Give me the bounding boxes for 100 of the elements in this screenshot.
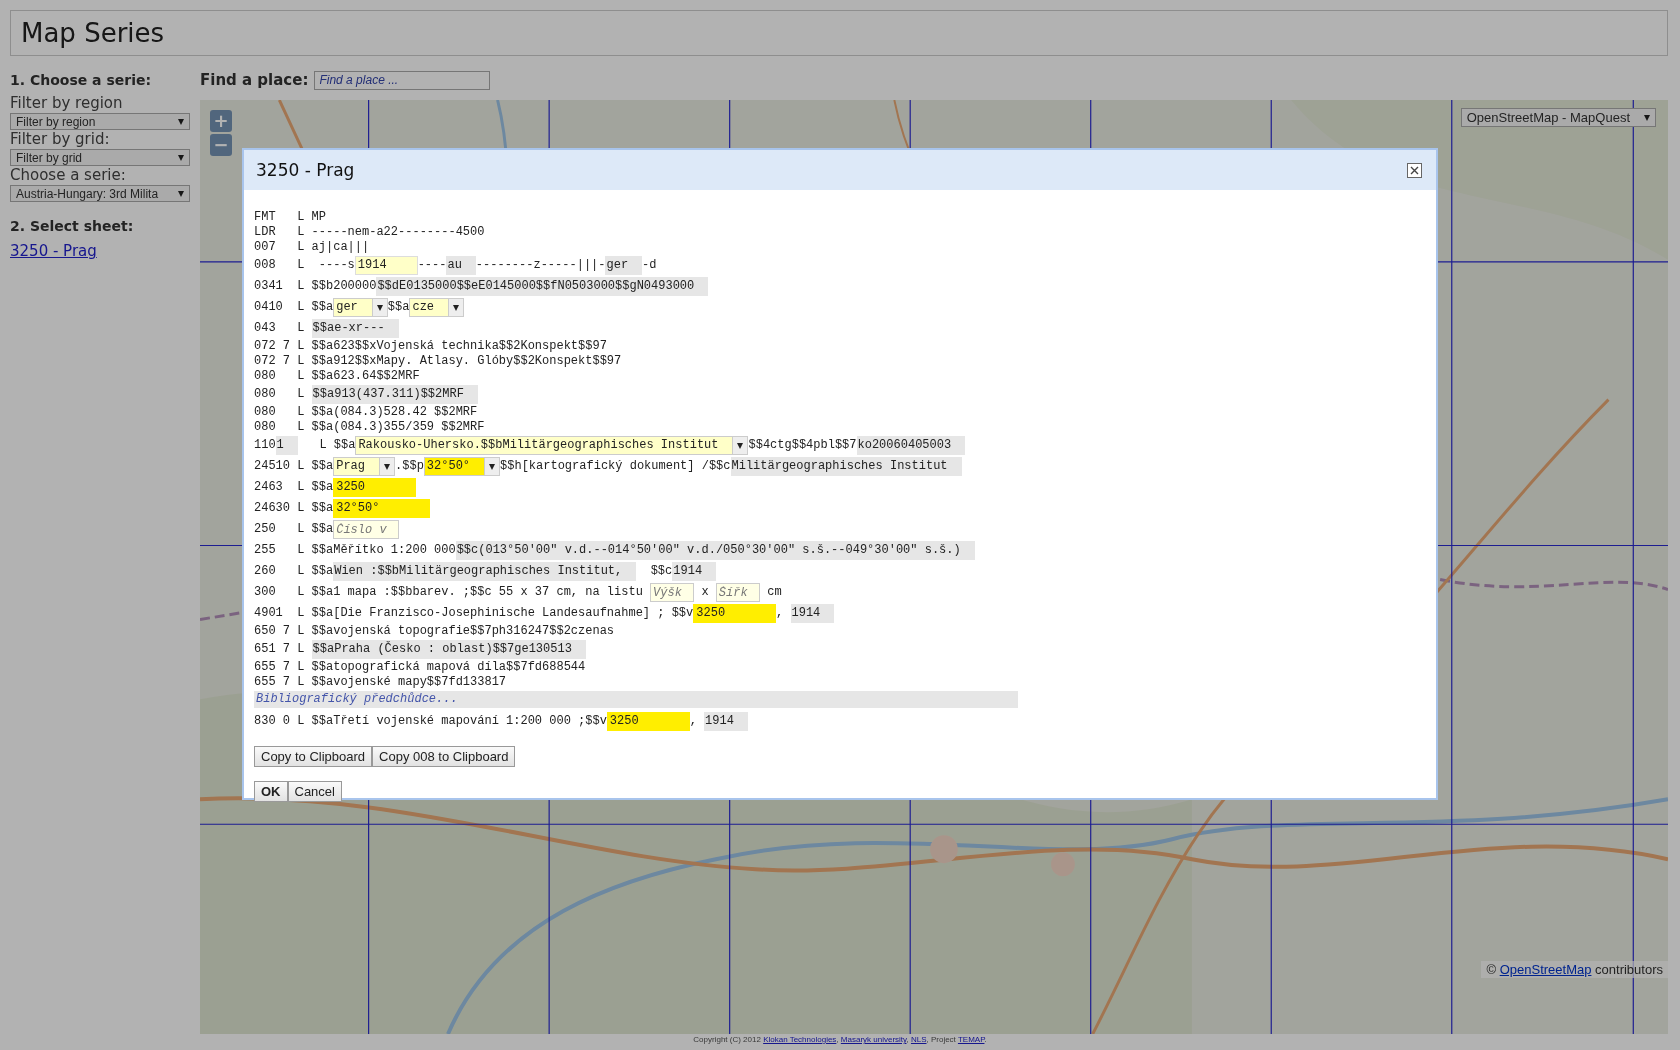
filter-label: Choose a serie: bbox=[10, 166, 127, 185]
copy-button[interactable]: Copy to Clipboard bbox=[254, 746, 373, 767]
layer-select[interactable]: OpenStreetMap - MapQuest bbox=[1460, 108, 1656, 127]
step-heading: 1. Choose a serie: bbox=[10, 72, 153, 88]
marc-text: L $$a bbox=[318, 438, 356, 453]
marc-text: 0341 L $$b200000 bbox=[254, 279, 377, 294]
filter-label: Filter by region bbox=[10, 94, 124, 113]
copyright-text: Copyright (C) 2012 Klokan Technologies, Masaryk university, NLS, Project TEMAP. bbox=[692, 1034, 988, 1046]
marc-text: 043 L bbox=[254, 321, 306, 336]
step-heading: 2. Select sheet: bbox=[10, 218, 135, 234]
marc-text: 651 7 L bbox=[254, 642, 306, 657]
footer-link[interactable]: NLS bbox=[910, 1035, 927, 1044]
marc-text: 655 7 L $$avojenské mapy$$7fd133817 bbox=[254, 675, 507, 690]
field-value: au bbox=[446, 256, 476, 275]
marc-text: 080 L $$a(084.3)355/359 $$2MRF bbox=[254, 420, 485, 435]
field-value: 1 bbox=[275, 436, 298, 455]
marc-text: 650 7 L $$avojenská topografie$$7ph316247$$2czenas bbox=[254, 624, 615, 639]
marc-text: FMT L MP bbox=[254, 210, 326, 225]
caret-icon bbox=[484, 458, 500, 475]
search-field[interactable]: Find a place ... bbox=[314, 70, 491, 90]
field-value: Militärgeographisches Institut bbox=[730, 457, 962, 476]
marc-text: 0410 L $$a bbox=[254, 300, 334, 315]
field-value: 1914 bbox=[790, 604, 835, 623]
marc-text: ---- bbox=[417, 258, 447, 273]
caret-icon bbox=[448, 299, 464, 316]
caret-icon bbox=[1644, 114, 1650, 121]
marc-text: 4901 L $$a[Die Franzisco-Josephinische Landesaufnahme] ; $$v bbox=[254, 606, 694, 621]
marc-text: cm bbox=[766, 585, 782, 600]
text-input[interactable]: Šířk bbox=[715, 583, 760, 602]
text-input[interactable]: Číslo v bbox=[333, 520, 399, 539]
marc-text: 008 L ----s bbox=[254, 258, 355, 273]
text-input[interactable]: 3250 bbox=[693, 604, 777, 623]
marc-text: 250 L $$a bbox=[254, 522, 334, 537]
marc-text: 255 L $$aMěřítko 1:200 000 bbox=[254, 543, 456, 558]
close-icon bbox=[1410, 165, 1419, 175]
marc-text: --------z-----|||- bbox=[475, 258, 606, 273]
text-input[interactable]: 3250 bbox=[333, 478, 417, 497]
marc-text: LDR L -----nem-a22--------4500 bbox=[254, 225, 485, 240]
close-button[interactable] bbox=[1407, 162, 1422, 178]
map-attribution: © OpenStreetMap contributors bbox=[1481, 961, 1668, 978]
dialog-button[interactable]: OK bbox=[254, 781, 288, 802]
marc-text: 080 L bbox=[254, 387, 306, 402]
caret-icon bbox=[379, 458, 395, 475]
marc-text: 080 L $$a(084.3)528.42 $$2MRF bbox=[254, 405, 478, 420]
marc-text: $$h[kartografický dokument] /$$c bbox=[500, 459, 731, 474]
field-value: $$dE0135000$$eE0145000$$fN0503000$$gN0493000 bbox=[376, 277, 709, 296]
marc-text: 24630 L $$a bbox=[254, 501, 334, 516]
marc-text: .$$p bbox=[395, 459, 424, 474]
filter-select[interactable]: Filter by region bbox=[10, 113, 190, 130]
marc-text: 300 L $$a1 mapa :$$bbarev. ;$$c 55 x 37 cm, na listu bbox=[254, 585, 644, 600]
filter-label: Filter by grid: bbox=[10, 130, 111, 149]
dialog-title: 3250 - Prag bbox=[256, 160, 355, 180]
marc-text: 2463 L $$a bbox=[254, 480, 334, 495]
marc-text: 007 L aj|ca||| bbox=[254, 240, 370, 255]
field-value: $$aPraha (Česko : oblast)$$7ge130513 bbox=[311, 640, 586, 659]
combo-field[interactable]: Prag bbox=[333, 457, 396, 476]
marc-text: 072 7 L $$a623$$xVojenská technika$$2Konspekt$$97 bbox=[254, 339, 607, 354]
sheet-link[interactable]: 3250 - Prag bbox=[10, 242, 190, 260]
marc-text: x bbox=[700, 585, 710, 600]
marc-text: 655 7 L $$atopografická mapová díla$$7fd688544 bbox=[254, 660, 586, 675]
text-input[interactable]: 3250 bbox=[606, 712, 690, 731]
combo-field[interactable]: ger bbox=[333, 298, 388, 317]
search-label: Find a place: bbox=[200, 71, 309, 89]
field-value: $$ae-xr--- bbox=[311, 319, 399, 338]
combo-field[interactable]: cze bbox=[409, 298, 465, 317]
footer-link[interactable]: TEMAP bbox=[957, 1035, 985, 1044]
marc-text: 080 L $$a623.64$$2MRF bbox=[254, 369, 420, 384]
text-input[interactable]: 32°50° bbox=[333, 499, 431, 518]
filter-select[interactable]: Austria-Hungary: 3rd Milita bbox=[10, 185, 190, 202]
field-value: Wien :$$bMilitärgeographisches Institut, bbox=[333, 562, 637, 581]
combo-field[interactable]: Rakousko-Uhersko.$$bMilitärgeographisches Institut bbox=[355, 436, 749, 455]
combo-field[interactable]: 32°50° bbox=[423, 457, 501, 476]
marc-text: $$4ctg$$4pbl$$7 bbox=[748, 438, 857, 453]
predecessor-link[interactable]: Bibliografický předchůdce... bbox=[254, 691, 1018, 708]
text-input[interactable]: Výšk bbox=[650, 583, 695, 602]
text-input[interactable]: 1914 bbox=[354, 256, 418, 275]
field-value: 1914 bbox=[672, 562, 717, 581]
caret-icon bbox=[178, 118, 184, 125]
caret-icon bbox=[178, 190, 184, 197]
marc-text: 24510 L $$a bbox=[254, 459, 334, 474]
marc-text: 260 L $$a bbox=[254, 564, 334, 579]
marc-text: -d bbox=[642, 258, 657, 273]
marc-text: 110 bbox=[254, 438, 276, 453]
attribution-link[interactable]: OpenStreetMap bbox=[1499, 962, 1592, 977]
field-value: 1914 bbox=[704, 712, 748, 731]
marc-text: 072 7 L $$a912$$xMapy. Atlasy. Glóby$$2Konspekt$$97 bbox=[254, 354, 622, 369]
filter-select[interactable]: Filter by grid bbox=[10, 149, 190, 166]
marc-text: , bbox=[776, 606, 785, 621]
marc-text: $$c bbox=[649, 564, 673, 579]
page-title: Map Series bbox=[21, 18, 165, 48]
caret-icon bbox=[732, 437, 748, 454]
field-value: $$c(013°50'00" v.d.--014°50'00" v.d./050°30'00" s.š.--049°30'00" s.š.) bbox=[455, 541, 975, 560]
marc-text: 830 0 L $$aTřetí vojenské mapování 1:200 000 ;$$v bbox=[254, 714, 607, 729]
field-value: ger bbox=[605, 256, 643, 275]
marc-text: $$a bbox=[387, 300, 410, 315]
marc-text: , bbox=[689, 714, 698, 729]
field-value: $$a913(437.311)$$2MRF bbox=[311, 385, 478, 404]
copy-button[interactable]: Copy 008 to Clipboard bbox=[372, 746, 516, 767]
dialog-button[interactable]: Cancel bbox=[287, 781, 342, 802]
caret-icon bbox=[371, 299, 387, 316]
